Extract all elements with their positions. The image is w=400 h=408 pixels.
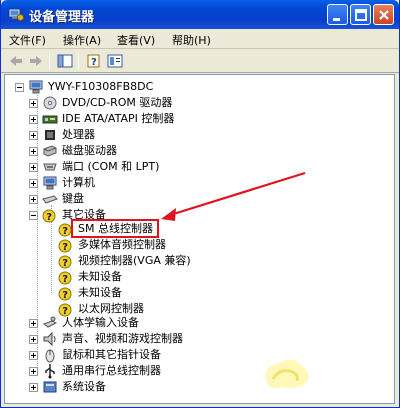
annotation-arrow [161,171,306,221]
toolbar: ? [1,50,399,73]
menu-help[interactable]: 帮助(H) [172,32,211,48]
svg-text:?: ? [91,57,97,68]
close-button[interactable] [373,4,394,25]
help-icon[interactable]: ? [87,54,103,68]
minimize-icon [333,18,340,21]
back-arrow-icon[interactable] [8,54,24,68]
properties-icon[interactable] [107,54,123,68]
close-icon [379,10,389,20]
forward-arrow-icon[interactable] [28,54,44,68]
decorative-yellow-blob [265,359,309,389]
minimize-button[interactable] [327,4,348,25]
maximize-icon [355,9,367,21]
device-manager-app-icon [8,8,24,21]
device-tree[interactable]: YWY-F10308FB8DC DVD/CD-ROM 驱动器 IDE ATA/A… [4,74,395,404]
toolbar-separator [49,53,50,70]
menu-bar: 文件(F) 操作(A) 查看(V) 帮助(H) [1,29,399,49]
menu-action[interactable]: 操作(A) [63,32,101,48]
window-title: 设备管理器 [29,10,95,25]
show-hide-console-tree-icon[interactable] [57,54,73,68]
menu-file[interactable]: 文件(F) [9,32,46,48]
menu-view[interactable]: 查看(V) [117,32,155,48]
toolbar-separator [78,53,79,70]
maximize-button[interactable] [350,4,371,25]
device-manager-window: 设备管理器 文件(F) 操作(A) 查看(V) 帮助(H) ? YWY-F103… [0,0,400,408]
title-bar[interactable]: 设备管理器 [1,0,399,29]
